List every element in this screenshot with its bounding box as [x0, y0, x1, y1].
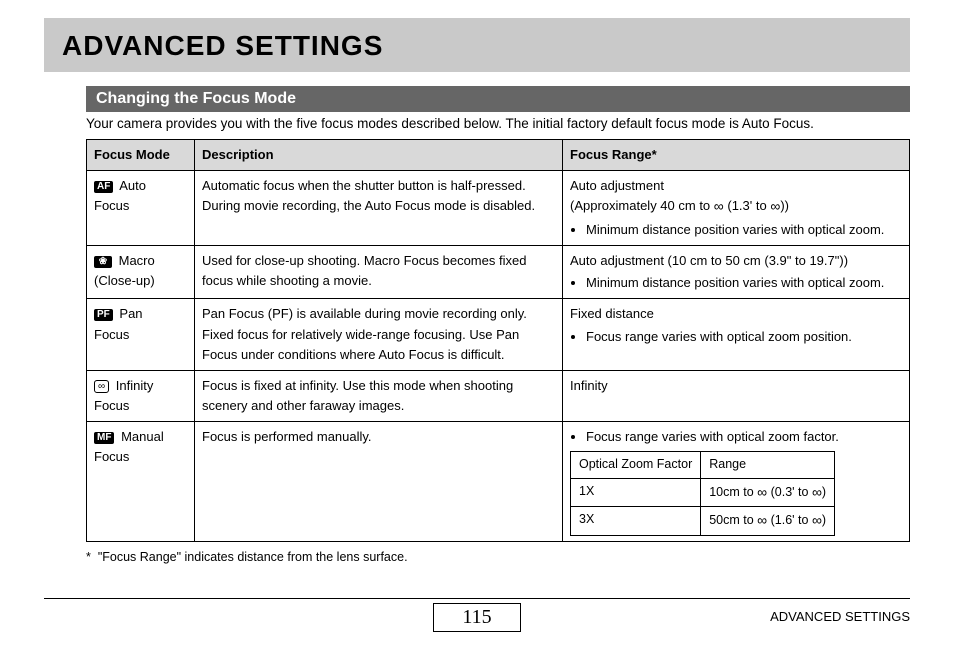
- table-header-row: Focus Mode Description Focus Range*: [87, 140, 910, 171]
- mode-name-line2: Focus: [94, 398, 129, 413]
- cell-range-auto: Auto adjustment (Approximately 40 cm to …: [563, 171, 910, 246]
- inner-row-3x: 3X 50cm to ∞ (1.6' to ∞): [571, 507, 835, 536]
- infinity-icon: ∞: [812, 484, 822, 500]
- cell-mode-auto: AF Auto Focus: [87, 171, 195, 246]
- cell-range-pan: Fixed distance Focus range varies with o…: [563, 299, 910, 370]
- cell-desc-macro: Used for close-up shooting. Macro Focus …: [195, 246, 563, 299]
- cell-desc-manual: Focus is performed manually.: [195, 422, 563, 542]
- infinity-icon: ∞: [757, 484, 767, 500]
- range-text: ): [822, 513, 826, 527]
- inner-row-1x: 1X 10cm to ∞ (0.3' to ∞): [571, 478, 835, 507]
- range-text: )): [780, 198, 789, 213]
- range-bullet: Focus range varies with optical zoom pos…: [586, 327, 902, 347]
- mode-name: Pan: [119, 306, 142, 321]
- infinity-icon: ∞: [770, 198, 780, 214]
- range-bullet: Focus range varies with optical zoom fac…: [586, 427, 902, 447]
- range-text: (1.6' to: [767, 513, 812, 527]
- footer-section-label: ADVANCED SETTINGS: [770, 609, 910, 624]
- pf-icon: PF: [94, 309, 113, 321]
- zoom-range-table: Optical Zoom Factor Range 1X 10cm to ∞ (…: [570, 451, 835, 536]
- af-icon: AF: [94, 181, 113, 193]
- infinity-mode-icon: ∞: [94, 380, 109, 393]
- range-notes: Minimum distance position varies with op…: [570, 273, 902, 293]
- inner-zoom-1x: 1X: [571, 478, 701, 507]
- cell-range-infinity: Infinity: [563, 370, 910, 421]
- row-macro: ❀ Macro (Close-up) Used for close-up sho…: [87, 246, 910, 299]
- title-band: ADVANCED SETTINGS: [44, 18, 910, 72]
- infinity-icon: ∞: [812, 512, 822, 528]
- mode-name-line2: Focus: [94, 327, 129, 342]
- cell-mode-macro: ❀ Macro (Close-up): [87, 246, 195, 299]
- cell-desc-infinity: Focus is fixed at infinity. Use this mod…: [195, 370, 563, 421]
- cell-range-macro: Auto adjustment (10 cm to 50 cm (3.9" to…: [563, 246, 910, 299]
- footnote-marker: *: [86, 550, 91, 564]
- cell-desc-pan: Pan Focus (PF) is available during movie…: [195, 299, 563, 370]
- range-bullet: Minimum distance position varies with op…: [586, 220, 902, 240]
- inner-header-zoom: Optical Zoom Factor: [571, 452, 701, 478]
- intro-text: Your camera provides you with the five f…: [86, 116, 910, 131]
- cell-mode-pan: PF Pan Focus: [87, 299, 195, 370]
- focus-mode-table: Focus Mode Description Focus Range* AF A…: [86, 139, 910, 542]
- range-text: (1.3' to: [724, 198, 771, 213]
- inner-zoom-3x: 3X: [571, 507, 701, 536]
- range-text: Auto adjustment: [570, 178, 664, 193]
- inner-range-1x: 10cm to ∞ (0.3' to ∞): [701, 478, 835, 507]
- infinity-icon: ∞: [714, 198, 724, 214]
- inner-header-range: Range: [701, 452, 835, 478]
- cell-desc-auto: Automatic focus when the shutter button …: [195, 171, 563, 246]
- page-container: ADVANCED SETTINGS Changing the Focus Mod…: [0, 0, 954, 564]
- range-notes: Focus range varies with optical zoom pos…: [570, 327, 902, 347]
- page-number: 115: [433, 603, 520, 632]
- row-manual-focus: MF Manual Focus Focus is performed manua…: [87, 422, 910, 542]
- mode-name: Auto: [119, 178, 146, 193]
- range-text: (0.3' to: [767, 485, 812, 499]
- row-auto-focus: AF Auto Focus Automatic focus when the s…: [87, 171, 910, 246]
- mode-name: Manual: [121, 429, 164, 444]
- range-notes: Focus range varies with optical zoom fac…: [570, 427, 902, 447]
- range-bullet: Minimum distance position varies with op…: [586, 273, 902, 293]
- header-description: Description: [195, 140, 563, 171]
- footnote-text: "Focus Range" indicates distance from th…: [98, 550, 408, 564]
- mode-name-line2: Focus: [94, 449, 129, 464]
- cell-mode-manual: MF Manual Focus: [87, 422, 195, 542]
- cell-range-manual: Focus range varies with optical zoom fac…: [563, 422, 910, 542]
- mode-name: Macro: [119, 253, 155, 268]
- cell-mode-infinity: ∞ Infinity Focus: [87, 370, 195, 421]
- mode-name-line2: (Close-up): [94, 273, 155, 288]
- row-infinity-focus: ∞ Infinity Focus Focus is fixed at infin…: [87, 370, 910, 421]
- page-footer: 115 ADVANCED SETTINGS: [44, 598, 910, 632]
- row-pan-focus: PF Pan Focus Pan Focus (PF) is available…: [87, 299, 910, 370]
- range-text: Infinity: [570, 378, 608, 393]
- inner-header-row: Optical Zoom Factor Range: [571, 452, 835, 478]
- range-text: 10cm to: [709, 485, 757, 499]
- inner-range-3x: 50cm to ∞ (1.6' to ∞): [701, 507, 835, 536]
- macro-icon: ❀: [94, 256, 112, 268]
- page-title: ADVANCED SETTINGS: [62, 30, 892, 62]
- content-area: Changing the Focus Mode Your camera prov…: [44, 86, 910, 564]
- header-focus-range: Focus Range*: [563, 140, 910, 171]
- infinity-icon: ∞: [757, 512, 767, 528]
- range-text: 50cm to: [709, 513, 757, 527]
- mode-name: Infinity: [116, 378, 154, 393]
- range-text: Auto adjustment (10 cm to 50 cm (3.9" to…: [570, 253, 848, 268]
- range-text: (Approximately 40 cm to: [570, 198, 714, 213]
- range-text: ): [822, 485, 826, 499]
- section-header: Changing the Focus Mode: [86, 86, 910, 112]
- header-focus-mode: Focus Mode: [87, 140, 195, 171]
- footnote: * "Focus Range" indicates distance from …: [86, 550, 910, 564]
- mode-name-line2: Focus: [94, 198, 129, 213]
- mf-icon: MF: [94, 432, 114, 444]
- range-text: Fixed distance: [570, 306, 654, 321]
- range-notes: Minimum distance position varies with op…: [570, 220, 902, 240]
